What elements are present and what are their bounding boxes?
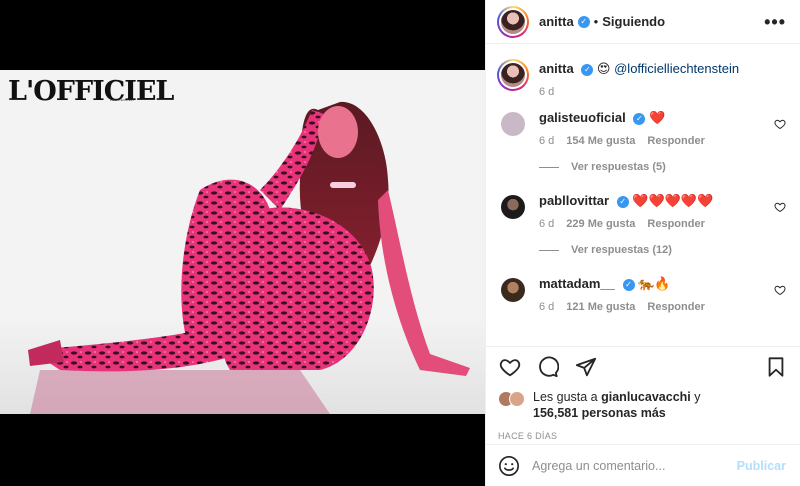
instagram-post: L'OFFICIEL LIECHTENSTEIN anitta ✓ • Sigu… [0,0,800,486]
comment-time[interactable]: 6 d [539,135,554,147]
author-avatar[interactable] [497,5,529,38]
verified-badge-icon: ✓ [581,63,594,76]
add-comment-bar: Publicar [486,444,800,486]
likes-conjunction: y [694,390,701,404]
caption-username[interactable]: anitta [539,61,574,76]
comment-username[interactable]: pabllovittar [539,193,609,208]
post-timestamp[interactable]: HACE 6 DÍAS [498,431,788,441]
view-replies-button[interactable]: Ver respuestas (5) [539,161,786,173]
verified-badge-icon: ✓ [633,112,646,125]
heart-icon[interactable] [498,355,522,379]
post-caption: anitta ✓ 😍 @lofficielliechtenstein 6 d [497,59,786,98]
likes-others-count[interactable]: 156,581 personas más [533,406,666,420]
comment-item: galisteuoficial ✓ ❤️ 6 d 154 Me gusta Re… [497,108,786,147]
comment-text: ❤️ [648,111,666,126]
view-replies-label: Ver respuestas (12) [571,244,672,256]
replies-divider [539,166,559,168]
comment-text: 🐅🔥 [638,277,671,292]
caption-time[interactable]: 6 d [539,86,554,98]
comment-avatar[interactable] [501,112,525,136]
reply-button[interactable]: Responder [647,218,704,230]
comment-icon[interactable] [536,355,560,379]
following-button[interactable]: Siguiendo [602,14,665,29]
author-username[interactable]: anitta [539,14,574,29]
caption-avatar[interactable] [497,59,529,91]
caption-mention[interactable]: @lofficielliechtenstein [614,61,739,76]
magazine-sublabel: LIECHTENSTEIN [110,98,134,102]
publish-button[interactable]: Publicar [737,459,786,473]
reply-button[interactable]: Responder [647,135,704,147]
header-separator: • [593,14,599,29]
view-replies-label: Ver respuestas (5) [571,161,666,173]
post-header: anitta ✓ • Siguiendo ••• [486,0,800,44]
magazine-logo: L'OFFICIEL [8,76,174,107]
comment-avatar[interactable] [501,195,525,219]
comment-likes[interactable]: 229 Me gusta [566,218,635,230]
verified-badge-icon: ✓ [616,195,629,208]
photo-illustration [0,70,485,414]
comment-item: pabllovittar ✓ ❤️❤️❤️❤️❤️ 6 d 229 Me gus… [497,191,786,230]
comment-item: mattadam__ ✓ 🐅🔥 6 d 121 Me gusta Respond… [497,274,786,313]
comment-avatar[interactable] [501,278,525,302]
liker-avatars[interactable] [498,391,525,407]
comment-likes[interactable]: 154 Me gusta [566,135,635,147]
action-icons-row [498,347,788,387]
comment-time[interactable]: 6 d [539,218,554,230]
caption-emoji: 😍 [596,62,611,77]
comment-text: ❤️❤️❤️❤️❤️ [632,194,714,209]
bookmark-icon[interactable] [764,355,788,379]
reply-button[interactable]: Responder [647,301,704,313]
comment-username[interactable]: mattadam__ [539,276,615,291]
replies-divider [539,249,559,251]
comment-time[interactable]: 6 d [539,301,554,313]
likes-prefix: Les gusta a [533,390,598,404]
comments-section: anitta ✓ 😍 @lofficielliechtenstein 6 d g… [486,45,800,345]
likes-summary: Les gusta a gianlucavacchi y 156,581 per… [498,389,788,421]
likes-text: Les gusta a gianlucavacchi y 156,581 per… [533,389,700,421]
post-sidebar: anitta ✓ • Siguiendo ••• anitta ✓ 😍 @lof… [485,0,800,486]
more-options-icon[interactable]: ••• [764,13,786,31]
comment-input[interactable] [532,458,737,473]
comment-likes[interactable]: 121 Me gusta [566,301,635,313]
verified-badge-icon: ✓ [622,278,635,291]
post-media: L'OFFICIEL LIECHTENSTEIN [0,0,485,486]
comment-heart-icon[interactable] [774,118,786,130]
comment-heart-icon[interactable] [774,284,786,296]
smile-icon[interactable] [498,455,520,477]
comment-heart-icon[interactable] [774,201,786,213]
verified-badge-icon: ✓ [577,15,590,28]
share-icon[interactable] [574,355,598,379]
view-replies-button[interactable]: Ver respuestas (12) [539,244,786,256]
post-photo[interactable]: L'OFFICIEL LIECHTENSTEIN [0,70,485,414]
liker-username[interactable]: gianlucavacchi [601,390,691,404]
comment-username[interactable]: galisteuoficial [539,110,626,125]
post-actions: Les gusta a gianlucavacchi y 156,581 per… [486,346,800,441]
